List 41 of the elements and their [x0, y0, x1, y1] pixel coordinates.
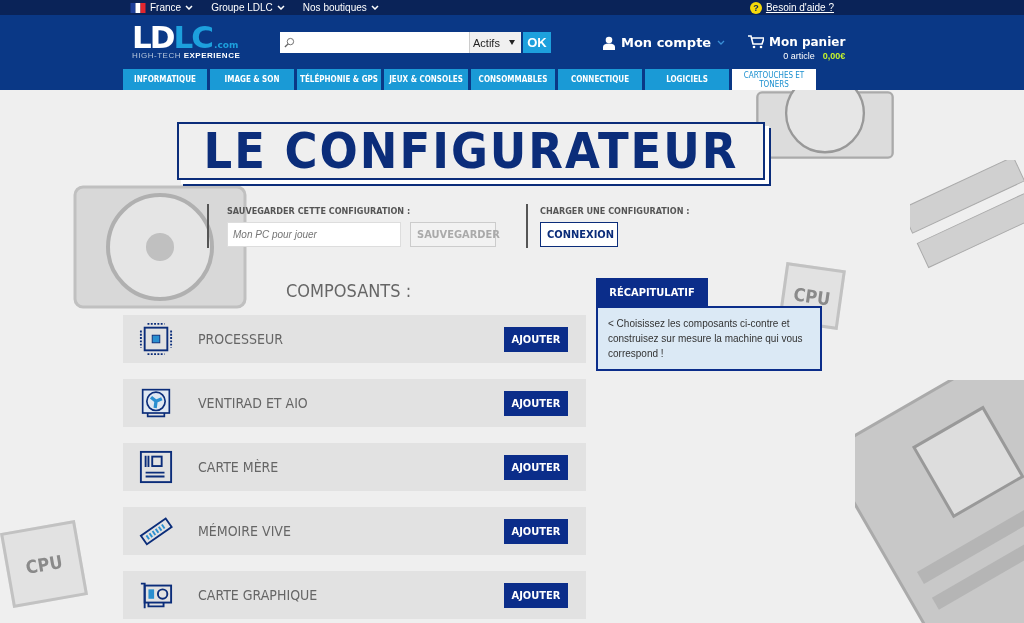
component-name: VENTIRAD ET AIO — [198, 395, 309, 411]
help-link[interactable]: Besoin d'aide ? — [765, 2, 834, 13]
help-icon: ? — [749, 1, 762, 14]
motherboard-icon — [139, 450, 173, 484]
flag-icon — [130, 2, 146, 13]
processor-icon — [139, 322, 173, 356]
top-menu-link[interactable]: Groupe LDLC — [211, 2, 285, 13]
category-tab[interactable]: CARTOUCHES ET TONERS — [732, 69, 816, 90]
dropdown-arrow-icon — [508, 40, 515, 45]
cart-link[interactable]: Mon panier — [769, 35, 846, 49]
user-icon — [603, 35, 615, 50]
top-menu-link[interactable]: Nos boutiques — [302, 2, 379, 13]
component-name: PROCESSEUR — [198, 331, 284, 347]
add-button[interactable]: AJOUTER — [504, 582, 568, 608]
cart-count: 0 article — [783, 51, 815, 61]
filter-dropdown[interactable]: Actifs — [469, 32, 521, 53]
search-field[interactable] — [280, 32, 469, 53]
chevron-icon — [276, 5, 285, 10]
account-menu[interactable]: Mon compte — [603, 35, 748, 50]
add-button[interactable]: AJOUTER — [504, 454, 568, 480]
add-button[interactable]: AJOUTER — [504, 518, 568, 544]
cart-icon — [748, 35, 764, 49]
add-button[interactable]: AJOUTER — [504, 390, 568, 416]
search-icon — [284, 37, 295, 48]
ram-icon — [139, 514, 173, 548]
add-button[interactable]: AJOUTER — [504, 326, 568, 352]
chevron-icon — [370, 5, 379, 10]
section-heading: COMPOSANTS : — [286, 280, 413, 301]
component-name: CARTE GRAPHIQUE — [198, 587, 319, 603]
component-name: MÉMOIRE VIVE — [198, 523, 292, 539]
top-menu-link[interactable]: France — [130, 2, 194, 13]
login-button[interactable]: CONNEXION — [540, 222, 618, 247]
chevron-icon — [185, 5, 194, 10]
component-name: CARTE MÈRE — [198, 459, 280, 475]
chevron-icon — [717, 40, 726, 45]
cpu-chip-drawing: CPU — [0, 520, 88, 608]
logo[interactable]: LDLC.com HIGH-TECH EXPERIENCE — [132, 24, 280, 60]
section-label: CHARGER UNE CONFIGURATION : — [540, 206, 690, 216]
cart-total: 0,00€ — [822, 51, 846, 61]
section-label: SAUVEGARDER CETTE CONFIGURATION : — [227, 206, 412, 216]
fan-icon — [141, 386, 171, 420]
